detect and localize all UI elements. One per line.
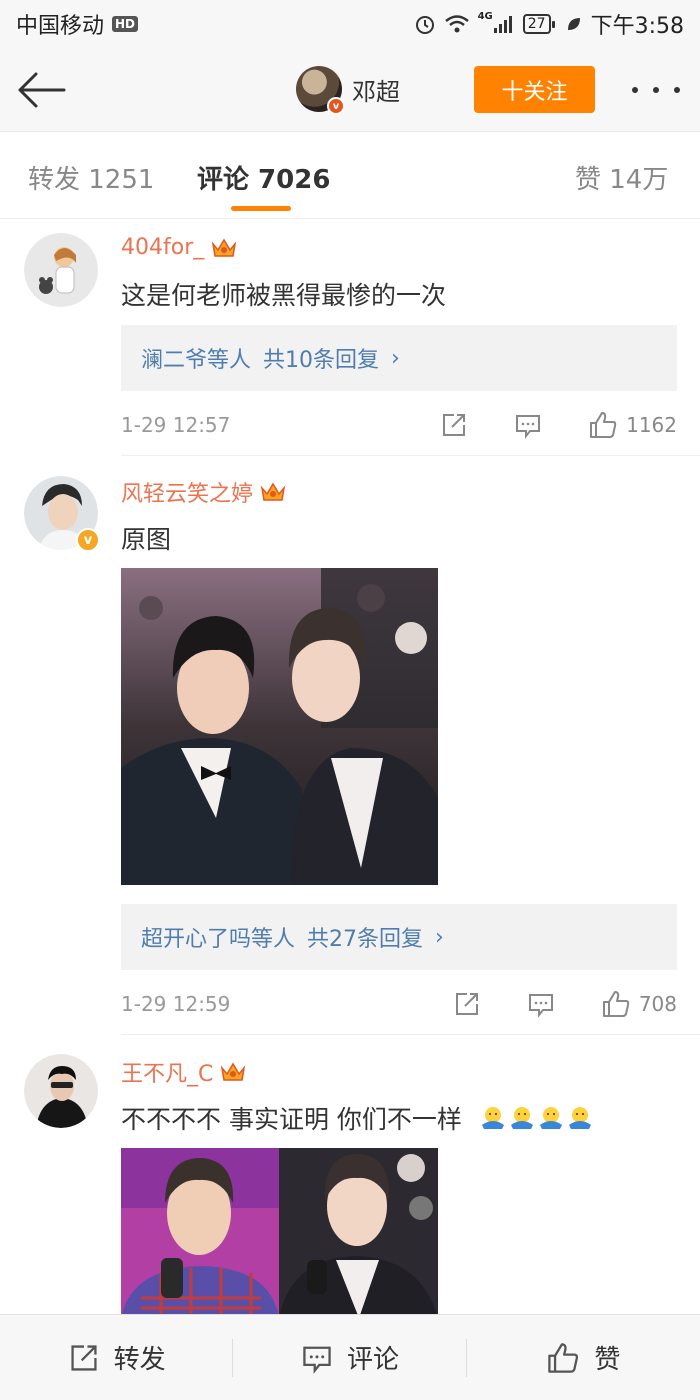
bottom-action-bar: 转发 评论 赞: [0, 1314, 700, 1400]
avatar[interactable]: [24, 1054, 98, 1128]
share-icon: [443, 414, 466, 436]
comment-label: 评论: [346, 1345, 399, 1375]
share-icon: [455, 993, 478, 1015]
share-button[interactable]: [453, 990, 481, 1018]
battery-level: 27: [527, 16, 546, 32]
tab-comments[interactable]: 评论 7026: [197, 159, 330, 196]
like-count: 1162: [626, 413, 677, 437]
avatar-illustration: [24, 233, 98, 307]
like-post-button[interactable]: 赞: [467, 1315, 700, 1400]
network-type: 4G: [477, 10, 493, 22]
signal-icon: 4G: [477, 10, 515, 34]
comment-meta: 1-29 12:59 708: [121, 984, 677, 1024]
comment-time: 1-29 12:57: [121, 413, 231, 437]
reply-button[interactable]: [514, 411, 542, 439]
repost-button[interactable]: 转发: [0, 1315, 234, 1400]
more-options-button[interactable]: [632, 78, 680, 102]
username-text[interactable]: 王不凡_C: [121, 1056, 213, 1088]
shrug-emoji-icon: [568, 1107, 591, 1129]
reply-button[interactable]: [527, 990, 555, 1018]
reply-users: 澜二爷等人: [141, 348, 252, 373]
reply-users: 超开心了吗等人: [141, 927, 296, 952]
reply-count: 共27条回复: [307, 927, 424, 952]
hd-badge: HD: [112, 16, 139, 32]
comment-text: 原图: [121, 525, 172, 554]
avatar[interactable]: [24, 233, 98, 307]
thumbs-up-icon: [590, 412, 617, 438]
thumbs-up-icon: [602, 991, 630, 1017]
avatar-photo: [24, 1054, 98, 1128]
comment-time: 1-29 12:59: [121, 992, 231, 1016]
poster-name[interactable]: 邓超: [352, 72, 400, 107]
active-tab-indicator: [231, 206, 291, 211]
nav-bar: v 邓超 十关注: [0, 48, 700, 132]
chevron-right-icon: ›: [391, 345, 400, 371]
reply-count: 共10条回复: [263, 348, 380, 373]
battery-icon: 27: [522, 14, 555, 34]
status-bar: 中国移动 HD 4G 27 下午3:58: [0, 0, 700, 48]
leaf-icon: [565, 15, 583, 33]
dot-icon: [674, 87, 680, 93]
comment-icon: [303, 1346, 331, 1374]
comment-text-row: 不不不不 事实证明 你们不一样: [121, 1100, 593, 1136]
verified-badge-icon: v: [76, 528, 100, 552]
shrug-emoji-icon: [481, 1107, 504, 1129]
comment-image[interactable]: [121, 1148, 438, 1318]
comment-text: 这是何老师被黑得最惨的一次: [121, 281, 447, 310]
photo-two-men-image: [121, 568, 438, 885]
emoji-group: [480, 1105, 593, 1131]
comment-image[interactable]: [121, 568, 438, 885]
replies-summary[interactable]: 澜二爷等人 共10条回复 ›: [121, 325, 677, 391]
back-button[interactable]: [16, 68, 70, 112]
share-button[interactable]: [440, 411, 468, 439]
tab-repost[interactable]: 转发 1251: [28, 159, 154, 196]
vip-crown-icon: [260, 482, 286, 501]
shrug-emoji-icon: [539, 1107, 562, 1129]
username-text[interactable]: 404for_: [121, 235, 204, 260]
like-button[interactable]: 708: [601, 989, 677, 1019]
comment-text: 不不不不 事实证明 你们不一样: [121, 1105, 462, 1134]
dot-icon: [632, 87, 638, 93]
comment-meta: 1-29 12:57 1162: [121, 405, 677, 445]
replies-summary[interactable]: 超开心了吗等人 共27条回复 ›: [121, 904, 677, 970]
follow-button[interactable]: 十关注: [474, 66, 595, 113]
like-count: 708: [638, 992, 677, 1016]
thumbs-up-icon: [548, 1342, 579, 1373]
alarm-icon: [414, 13, 436, 35]
vip-crown-icon: [212, 238, 237, 257]
post-tabs: 转发 1251 评论 7026 赞 14万: [0, 133, 700, 219]
tab-likes[interactable]: 赞 14万: [575, 159, 668, 196]
repost-label: 转发: [113, 1345, 166, 1375]
poster-profile[interactable]: v 邓超: [296, 66, 400, 115]
share-icon: [71, 1344, 97, 1371]
avatar[interactable]: v: [24, 476, 100, 552]
chevron-right-icon: ›: [435, 924, 444, 950]
comment-icon: [516, 415, 541, 439]
shrug-emoji-icon: [510, 1107, 533, 1129]
wifi-icon: [444, 14, 470, 34]
verified-badge-icon: v: [327, 97, 345, 115]
comment-username[interactable]: 风轻云笑之婷: [121, 476, 287, 508]
like-button[interactable]: 1162: [588, 410, 677, 440]
comment-username[interactable]: 404for_: [121, 235, 238, 260]
like-label: 赞: [594, 1345, 621, 1375]
divider: [121, 1034, 700, 1035]
clock: 下午3:58: [590, 14, 684, 39]
comment-button[interactable]: 评论: [233, 1315, 467, 1400]
vip-crown-icon: [221, 1062, 246, 1081]
avatar[interactable]: v: [296, 66, 345, 115]
comment-icon: [528, 994, 553, 1018]
dot-icon: [653, 87, 659, 93]
divider: [121, 455, 700, 456]
username-text[interactable]: 风轻云笑之婷: [121, 476, 253, 508]
back-arrow-icon: [18, 72, 66, 108]
comment-username[interactable]: 王不凡_C: [121, 1056, 247, 1088]
photo-comparison-image: [121, 1148, 438, 1318]
carrier-name: 中国移动: [16, 14, 105, 39]
